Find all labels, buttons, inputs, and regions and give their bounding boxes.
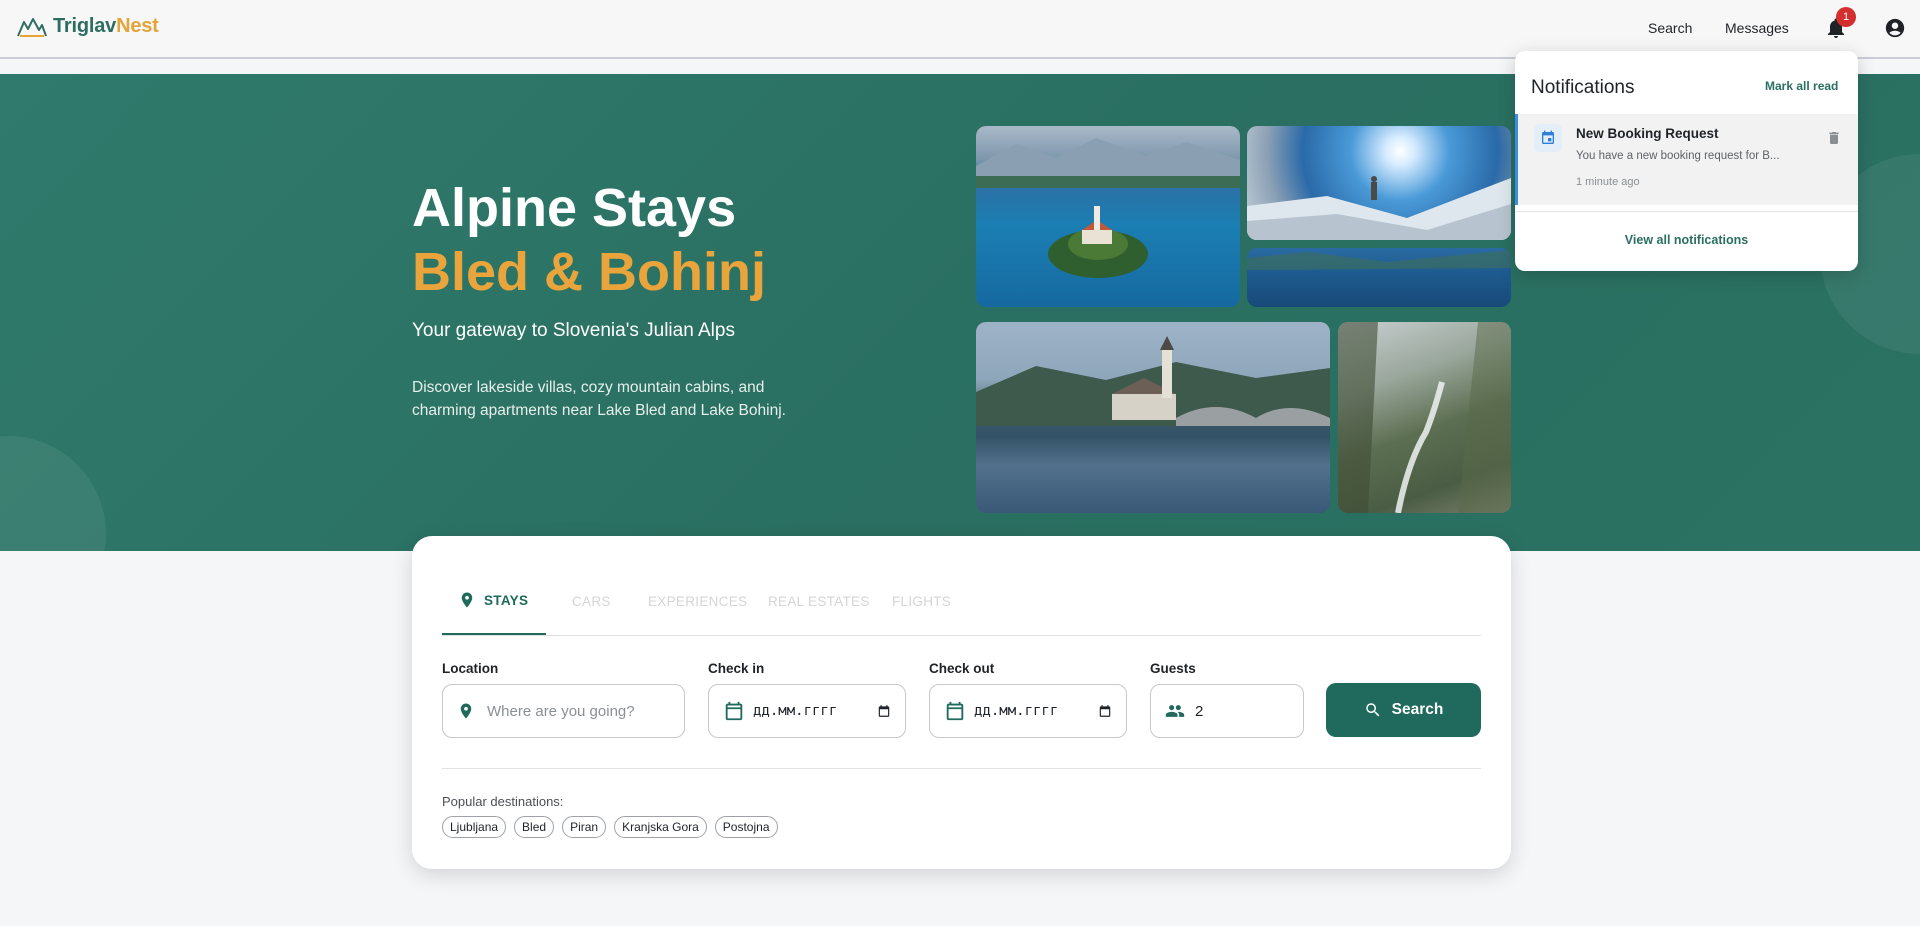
destination-chip-bled[interactable]: Bled: [514, 816, 555, 838]
waterfall-gorge-photo: [1338, 322, 1511, 513]
check-out-input[interactable]: дд.мм.гггг: [974, 703, 1058, 719]
bohinj-church-bridge-photo: [976, 322, 1330, 513]
mark-all-read-link[interactable]: Mark all read: [1765, 79, 1838, 93]
notifications-title: Notifications: [1531, 77, 1635, 98]
account-button[interactable]: [1884, 17, 1906, 39]
check-in-label: Check in: [708, 661, 765, 676]
date-picker-icon[interactable]: [877, 704, 891, 718]
search-tabs: STAYS CARS EXPERIENCES REAL ESTATES FLIG…: [442, 576, 1481, 636]
hero-title-line1: Alpine Stays: [412, 178, 737, 238]
destination-chip-postojna[interactable]: Postojna: [714, 816, 778, 838]
tab-flights[interactable]: FLIGHTS: [892, 594, 951, 609]
check-out-label: Check out: [929, 661, 995, 676]
lake-bled-island-photo: [976, 126, 1240, 307]
tab-stays-label: STAYS: [484, 592, 529, 608]
trash-icon: [1829, 132, 1839, 144]
alpine-lake-aerial-photo: [1247, 248, 1511, 307]
delete-notification-button[interactable]: [1826, 129, 1842, 147]
notification-count-badge: 1: [1836, 7, 1856, 27]
destination-chip-ljubljana[interactable]: Ljubljana: [442, 816, 507, 838]
hero-title-line2: Bled & Bohinj: [412, 242, 766, 302]
check-out-field[interactable]: дд.мм.гггг: [929, 684, 1127, 738]
guests-input[interactable]: 2: [1195, 703, 1203, 720]
location-pin-icon: [460, 703, 472, 719]
location-pin-icon: [461, 592, 473, 608]
active-tab-indicator: [442, 633, 546, 635]
popular-destinations-list: Ljubljana Bled Piran Kranjska Gora Posto…: [442, 816, 778, 838]
people-icon: [1165, 705, 1185, 717]
tab-real-estates[interactable]: REAL ESTATES: [768, 594, 870, 609]
calendar-icon: [946, 701, 964, 721]
check-in-field[interactable]: дд.мм.гггг: [708, 684, 906, 738]
calendar-icon: [725, 701, 743, 721]
divider: [1515, 211, 1858, 212]
hero-description: Discover lakeside villas, cozy mountain …: [412, 379, 786, 419]
guests-field[interactable]: 2: [1150, 684, 1304, 738]
mountain-hiker-photo: [1247, 126, 1511, 240]
decorative-circle: [0, 436, 106, 551]
notification-item[interactable]: New Booking Request You have a new booki…: [1515, 114, 1858, 205]
search-icon: [1365, 703, 1380, 717]
search-button[interactable]: Search: [1326, 683, 1481, 737]
search-card: STAYS CARS EXPERIENCES REAL ESTATES FLIG…: [412, 536, 1511, 869]
tab-stays[interactable]: STAYS: [458, 590, 528, 610]
nav-search-link[interactable]: Search: [1648, 20, 1692, 36]
brand-name-part2: Nest: [116, 15, 159, 37]
mountain-logo-icon: [17, 17, 47, 37]
account-circle-icon: [1885, 18, 1905, 38]
brand-logo[interactable]: TriglavNest: [17, 15, 159, 38]
guests-label: Guests: [1150, 661, 1196, 676]
brand-name-part1: Triglav: [53, 15, 117, 37]
view-all-notifications-link[interactable]: View all notifications: [1515, 233, 1858, 247]
check-in-input[interactable]: дд.мм.гггг: [753, 703, 837, 719]
divider: [442, 768, 1481, 769]
hero-subtitle: Your gateway to Slovenia's Julian Alps: [412, 320, 735, 341]
location-input[interactable]: Where are you going?: [487, 703, 635, 720]
tab-cars[interactable]: CARS: [572, 594, 611, 609]
popular-destinations-label: Popular destinations:: [442, 794, 564, 809]
notification-time: 1 minute ago: [1576, 176, 1640, 188]
tab-experiences[interactable]: EXPERIENCES: [648, 594, 747, 609]
nav-messages-link[interactable]: Messages: [1725, 20, 1789, 36]
destination-chip-piran[interactable]: Piran: [562, 816, 607, 838]
search-button-label: Search: [1391, 701, 1444, 718]
location-label: Location: [442, 661, 499, 676]
location-field[interactable]: Where are you going?: [442, 684, 685, 738]
destination-chip-kranjska-gora[interactable]: Kranjska Gora: [614, 816, 707, 838]
notifications-panel: Notifications Mark all read New Booking …: [1515, 51, 1858, 271]
calendar-event-icon: [1534, 124, 1562, 152]
notification-title: New Booking Request: [1576, 126, 1719, 141]
notification-text: You have a new booking request for B...: [1576, 150, 1780, 162]
brand-name: TriglavNest: [53, 15, 159, 38]
date-picker-icon[interactable]: [1098, 704, 1112, 718]
